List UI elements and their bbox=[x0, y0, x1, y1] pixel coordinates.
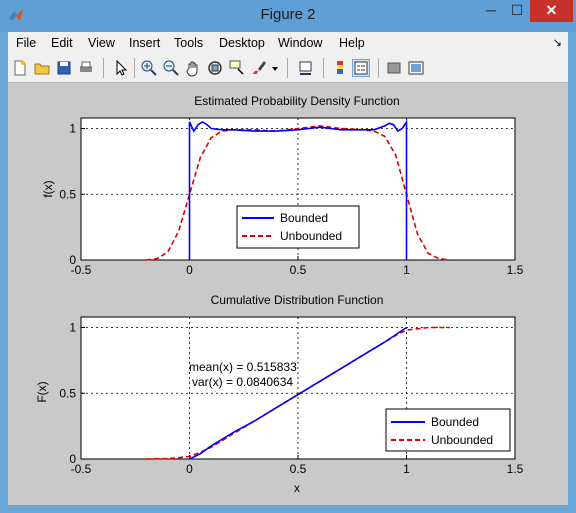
legend-toggle-button[interactable] bbox=[352, 59, 370, 77]
cdf-ytick-label: 1 bbox=[69, 321, 76, 335]
colorbar-icon[interactable] bbox=[331, 59, 349, 77]
pdf-ytick-label: 0.5 bbox=[59, 187, 76, 201]
cdf-axes: Cumulative Distribution Function -0.5 0 0.… bbox=[35, 293, 524, 495]
open-file-icon[interactable] bbox=[33, 59, 51, 77]
pdf-ytick-label: 0 bbox=[69, 253, 76, 267]
print-icon[interactable] bbox=[77, 59, 95, 77]
cdf-xtick-label: 1 bbox=[403, 462, 410, 476]
menu-insert[interactable]: Insert bbox=[129, 36, 160, 50]
zoom-out-icon[interactable] bbox=[162, 59, 180, 77]
cdf-annotation-var: var(x) = 0.0840634 bbox=[192, 375, 293, 389]
cdf-legend[interactable]: Bounded Unbounded bbox=[385, 408, 511, 452]
menu-edit[interactable]: Edit bbox=[51, 36, 73, 50]
pdf-legend-unbounded: Unbounded bbox=[280, 229, 342, 243]
minimize-button[interactable]: ─ bbox=[478, 0, 504, 22]
pdf-xtick-label: 1 bbox=[403, 263, 410, 277]
menu-help[interactable]: Help bbox=[339, 36, 365, 50]
show-plot-tools-icon[interactable] bbox=[407, 59, 425, 77]
pan-hand-icon[interactable] bbox=[184, 59, 202, 77]
pdf-legend-bounded: Bounded bbox=[280, 211, 328, 225]
close-button[interactable]: ✕ bbox=[530, 0, 573, 22]
cdf-legend-unbounded: Unbounded bbox=[431, 433, 493, 447]
hide-plot-tools-icon[interactable] bbox=[385, 59, 403, 77]
toolbar-separator bbox=[134, 58, 135, 78]
cdf-xtick-label: 1.5 bbox=[507, 462, 524, 476]
figure-toolbar bbox=[8, 54, 568, 83]
data-cursor-icon[interactable] bbox=[228, 59, 246, 77]
pdf-legend[interactable]: Bounded Unbounded bbox=[236, 205, 360, 249]
dock-arrow-icon[interactable]: ↘ bbox=[553, 36, 562, 49]
menu-view[interactable]: View bbox=[88, 36, 115, 50]
cdf-ytick-label: 0.5 bbox=[59, 386, 76, 400]
cdf-legend-bounded: Bounded bbox=[431, 415, 479, 429]
toolbar-separator bbox=[103, 58, 104, 78]
pdf-xtick-label: 0.5 bbox=[290, 263, 307, 277]
arrow-cursor-icon[interactable] bbox=[111, 59, 129, 77]
cdf-ytick-label: 0 bbox=[69, 452, 76, 466]
maximize-button[interactable]: ☐ bbox=[504, 0, 530, 22]
pdf-ylabel: f(x) bbox=[41, 180, 55, 197]
toolbar-separator bbox=[287, 58, 288, 78]
pdf-axes: Estimated Probability Density Function -… bbox=[41, 94, 524, 277]
cdf-title: Cumulative Distribution Function bbox=[211, 293, 384, 307]
cdf-ylabel: F(x) bbox=[35, 381, 49, 402]
zoom-in-icon[interactable] bbox=[140, 59, 158, 77]
legend-icon bbox=[354, 61, 368, 75]
menu-desktop[interactable]: Desktop bbox=[219, 36, 265, 50]
link-plot-icon[interactable] bbox=[297, 59, 315, 77]
brush-dropdown-icon[interactable] bbox=[270, 59, 280, 77]
menu-window[interactable]: Window bbox=[278, 36, 322, 50]
title-bar: Figure 2 ─ ☐ ✕ bbox=[0, 0, 576, 32]
new-figure-icon[interactable] bbox=[11, 59, 29, 77]
toolbar-separator bbox=[378, 58, 379, 78]
cdf-xlabel: x bbox=[294, 481, 300, 495]
menu-tools[interactable]: Tools bbox=[174, 36, 203, 50]
brush-icon[interactable] bbox=[250, 59, 268, 77]
cdf-xtick-label: 0.5 bbox=[290, 462, 307, 476]
cdf-xtick-label: 0 bbox=[186, 462, 193, 476]
pdf-ytick-label: 1 bbox=[69, 122, 76, 136]
menu-bar: File Edit View Insert Tools Desktop Wind… bbox=[8, 32, 568, 54]
cdf-annotation-mean: mean(x) = 0.515833 bbox=[189, 360, 297, 374]
pdf-xtick-label: 1.5 bbox=[507, 263, 524, 277]
toolbar-separator bbox=[323, 58, 324, 78]
save-icon[interactable] bbox=[55, 59, 73, 77]
rotate-3d-icon[interactable] bbox=[206, 59, 224, 77]
figure-canvas[interactable]: Estimated Probability Density Function -… bbox=[8, 82, 568, 505]
figure-frame: File Edit View Insert Tools Desktop Wind… bbox=[8, 32, 568, 505]
menu-file[interactable]: File bbox=[16, 36, 36, 50]
pdf-xtick-label: 0 bbox=[186, 263, 193, 277]
pdf-title: Estimated Probability Density Function bbox=[194, 94, 399, 108]
